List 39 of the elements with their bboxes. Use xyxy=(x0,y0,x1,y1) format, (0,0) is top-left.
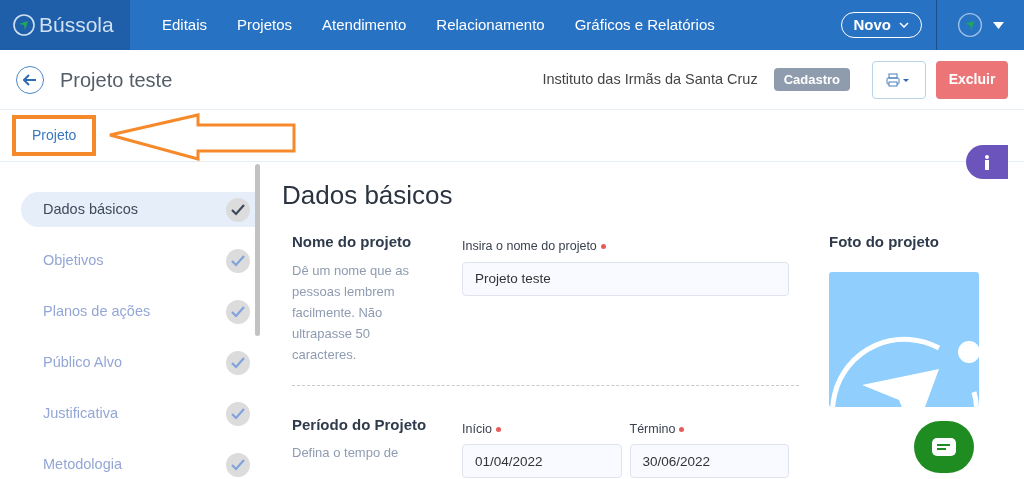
field-label: Início xyxy=(462,421,492,436)
avatar-icon[interactable] xyxy=(957,12,983,38)
info-button[interactable] xyxy=(966,145,1008,179)
input-field[interactable]: 01/04/2022 xyxy=(462,444,622,479)
brand-name: Bússola xyxy=(39,12,114,39)
photo-label: Foto do projeto xyxy=(829,232,940,253)
back-arrow-icon xyxy=(23,73,37,86)
chevron-icon xyxy=(899,22,909,28)
organization-name: Instituto das Irmãs da Santa Cruz xyxy=(542,69,758,89)
nav-link[interactable]: Editais xyxy=(147,13,223,37)
step-item[interactable]: Metodologia xyxy=(21,447,258,479)
status-tag: Cadastro xyxy=(773,67,850,92)
step-item[interactable]: Objetivos xyxy=(21,243,258,278)
chat-button[interactable] xyxy=(914,421,974,473)
step-item[interactable]: Justificativa xyxy=(21,396,258,431)
field-heading: Nome do projeto xyxy=(292,232,413,253)
help-text: Dê um nome que as pessoas lembrem facilmente. Não ultrapasse 50 caracteres. xyxy=(292,261,411,364)
chat-icon xyxy=(932,438,956,456)
back-button[interactable] xyxy=(16,65,44,94)
info-icon xyxy=(984,154,990,170)
field-label: Término xyxy=(629,421,676,436)
field-label: Insira o nome do projeto xyxy=(462,239,597,254)
logo-icon xyxy=(12,13,36,37)
nav-link[interactable]: Projetos xyxy=(222,13,308,37)
input-field[interactable]: 30/06/2022 xyxy=(629,444,789,479)
delete-button[interactable]: Excluir xyxy=(936,60,1008,99)
field-heading: Período do Projeto xyxy=(292,414,428,435)
step-item[interactable]: Dados básicos xyxy=(21,192,258,227)
page-title: Projeto teste xyxy=(60,67,173,93)
nav-link[interactable]: Atendimento xyxy=(307,13,422,37)
help-text: Defina o tempo de xyxy=(292,444,400,463)
section-title: Dados básicos xyxy=(282,180,454,212)
caret-icon[interactable] xyxy=(993,21,1004,29)
nav-link[interactable]: Gráficos e Relatórios xyxy=(559,13,730,37)
step-item[interactable]: Planos de ações xyxy=(21,294,258,329)
step-item[interactable]: Público Alvo xyxy=(21,345,258,380)
input-field[interactable]: Projeto teste xyxy=(462,261,789,296)
printer-icon xyxy=(886,72,912,87)
nav-link[interactable]: Relacionamento xyxy=(421,13,560,37)
